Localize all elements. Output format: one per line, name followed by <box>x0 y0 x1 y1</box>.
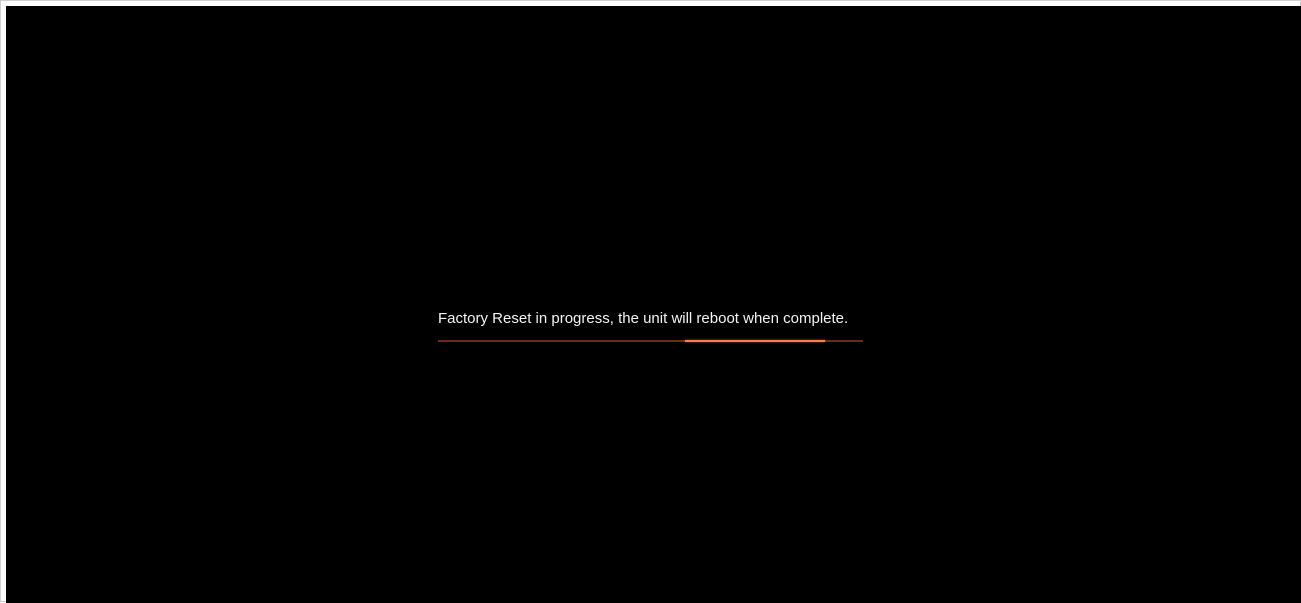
factory-reset-screen: Factory Reset in progress, the unit will… <box>6 6 1301 603</box>
factory-reset-progress-track <box>438 340 863 342</box>
factory-reset-status-panel: Factory Reset in progress, the unit will… <box>438 310 864 342</box>
screen-frame: Factory Reset in progress, the unit will… <box>0 0 1301 603</box>
factory-reset-progress-indicator <box>684 340 825 342</box>
factory-reset-message: Factory Reset in progress, the unit will… <box>438 310 849 327</box>
